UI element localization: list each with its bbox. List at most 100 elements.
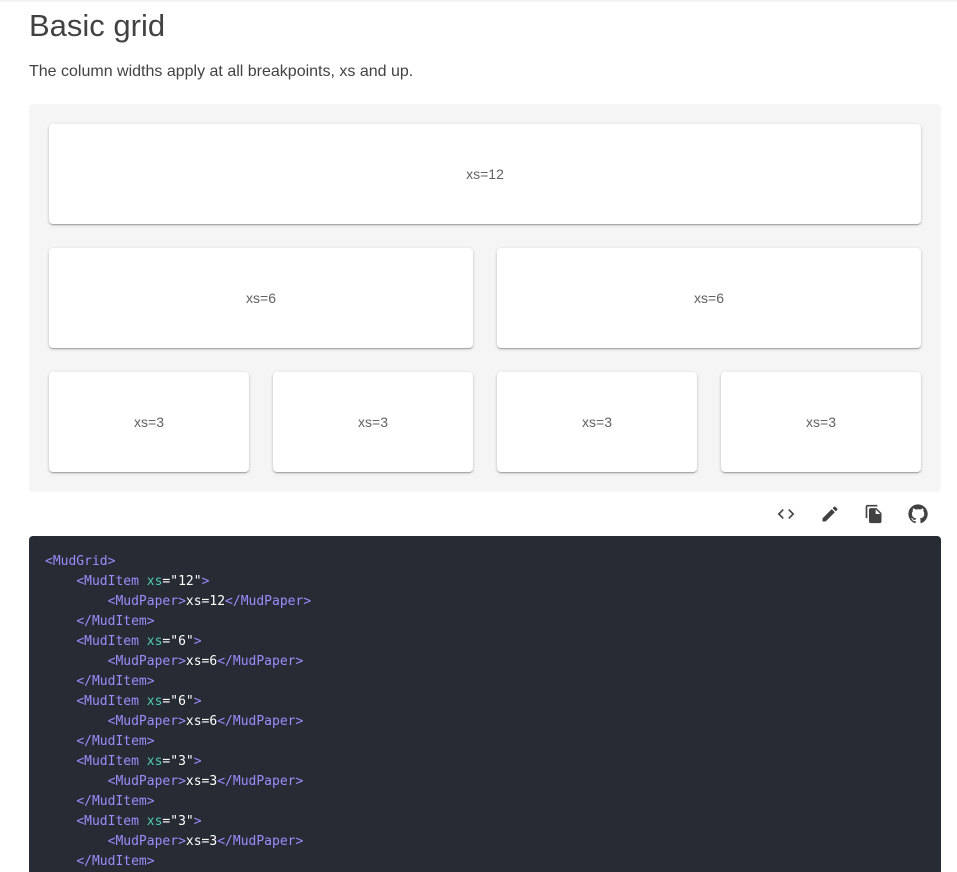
page-title: Basic grid — [29, 8, 166, 43]
code-token: > — [193, 754, 202, 769]
code-token: xs — [146, 694, 163, 709]
copy-button[interactable] — [852, 500, 896, 528]
paper-xs-3: xs=3 — [497, 372, 697, 472]
code-token: <MudPaper> — [107, 834, 186, 849]
code-token: </MudItem> — [76, 734, 155, 749]
code-line: <MudItem xs="3"> — [45, 812, 941, 832]
code-line: </MudItem> — [45, 732, 941, 752]
code-token: </MudPaper> — [217, 774, 304, 789]
code-token: ="3" — [162, 814, 194, 829]
code-token: </MudItem> — [76, 794, 155, 809]
pencil-icon — [822, 506, 838, 522]
code-line: <MudPaper>xs=3</MudPaper> — [45, 772, 941, 792]
code-token: ="12" — [162, 574, 202, 589]
code-token: </MudPaper> — [217, 714, 304, 729]
code-token: <MudItem — [76, 814, 147, 829]
code-line: <MudPaper>xs=12</MudPaper> — [45, 592, 941, 612]
top-divider — [0, 0, 957, 2]
code-listing: <MudGrid> <MudItem xs="12"> <MudPaper>xs… — [29, 536, 941, 872]
code-icon — [777, 509, 795, 519]
code-token: <MudGrid> — [45, 554, 116, 569]
code-toolbar — [764, 500, 940, 528]
paper-xs-12: xs=12 — [49, 124, 921, 224]
paper-xs-3: xs=3 — [721, 372, 921, 472]
code-token: </MudItem> — [76, 614, 155, 629]
code-line: <MudGrid> — [45, 552, 941, 572]
paper-label: xs=3 — [358, 414, 388, 430]
grid-demo-area: xs=12 xs=6 xs=6 xs=3 xs=3 xs=3 xs=3 — [29, 104, 941, 492]
paper-label: xs=6 — [246, 290, 276, 306]
paper-label: xs=3 — [134, 414, 164, 430]
code-line: </MudItem> — [45, 672, 941, 692]
code-token: <MudItem — [76, 754, 147, 769]
paper-label: xs=6 — [694, 290, 724, 306]
code-token: </MudPaper> — [217, 834, 304, 849]
paper-xs-3: xs=3 — [273, 372, 473, 472]
paper-xs-6: xs=6 — [49, 248, 473, 348]
docs-page: Basic grid The column widths apply at al… — [0, 0, 957, 872]
code-token: xs=3 — [185, 834, 218, 849]
code-token: > — [193, 694, 202, 709]
code-token: xs — [146, 814, 163, 829]
code-token: </MudItem> — [76, 674, 155, 689]
edit-button[interactable] — [808, 500, 852, 528]
code-token: <MudPaper> — [107, 774, 186, 789]
code-token: <MudItem — [76, 574, 147, 589]
paper-xs-6: xs=6 — [497, 248, 921, 348]
code-token: xs=3 — [185, 774, 218, 789]
code-token: ="6" — [162, 694, 194, 709]
code-token: xs=6 — [185, 654, 218, 669]
code-token: xs — [146, 634, 163, 649]
paper-label: xs=12 — [466, 166, 504, 182]
code-line: <MudItem xs="3"> — [45, 752, 941, 772]
code-token: </MudItem> — [76, 854, 155, 869]
code-token: xs — [146, 754, 163, 769]
code-line: </MudItem> — [45, 852, 941, 872]
code-token: </MudPaper> — [217, 654, 304, 669]
code-token: </MudPaper> — [225, 594, 312, 609]
code-line: </MudItem> — [45, 612, 941, 632]
page-description: The column widths apply at all breakpoin… — [29, 63, 414, 80]
code-token: > — [201, 574, 210, 589]
code-line: <MudPaper>xs=3</MudPaper> — [45, 832, 941, 852]
show-code-button[interactable] — [764, 500, 808, 528]
code-token: ="6" — [162, 634, 194, 649]
paper-label: xs=3 — [806, 414, 836, 430]
code-line: <MudItem xs="6"> — [45, 692, 941, 712]
code-line: <MudItem xs="6"> — [45, 632, 941, 652]
code-block: <MudGrid> <MudItem xs="12"> <MudPaper>xs… — [29, 536, 941, 872]
code-token: <MudPaper> — [107, 654, 186, 669]
github-icon — [908, 504, 928, 524]
paper-xs-3: xs=3 — [49, 372, 249, 472]
code-token: <MudItem — [76, 694, 147, 709]
code-token: <MudItem — [76, 634, 147, 649]
code-token: > — [193, 634, 202, 649]
code-token: <MudPaper> — [107, 594, 186, 609]
copy-icon — [865, 504, 882, 524]
code-token: ="3" — [162, 754, 194, 769]
code-token: xs — [146, 574, 163, 589]
code-line: <MudPaper>xs=6</MudPaper> — [45, 652, 941, 672]
code-token: <MudPaper> — [107, 714, 186, 729]
code-line: </MudItem> — [45, 792, 941, 812]
code-token: xs=6 — [185, 714, 218, 729]
code-line: <MudPaper>xs=6</MudPaper> — [45, 712, 941, 732]
github-button[interactable] — [896, 500, 940, 528]
paper-label: xs=3 — [582, 414, 612, 430]
code-token: > — [193, 814, 202, 829]
